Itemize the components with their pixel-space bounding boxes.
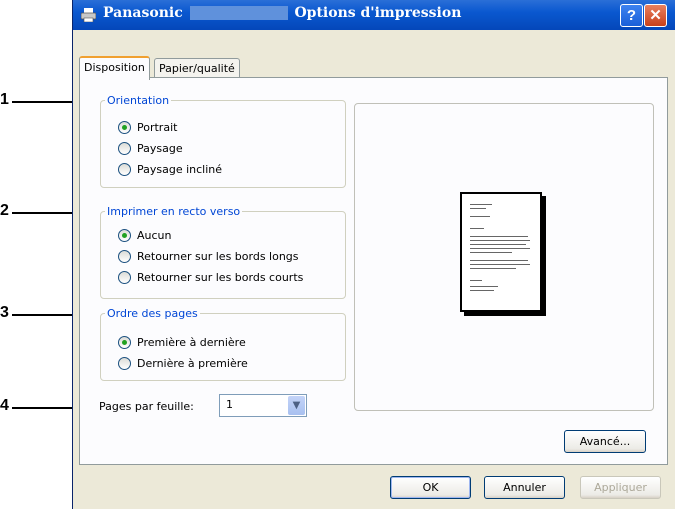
preview-line [470,236,528,237]
radio-derniere-a-premiere[interactable]: Dernière à première [118,354,248,372]
preview-line [470,286,498,287]
orientation-legend: Orientation [107,94,170,107]
preview-line [470,252,512,253]
preview-line [470,264,530,265]
page-preview [460,192,542,312]
callout-2: 2 [0,202,9,219]
radio-premiere-a-derniere[interactable]: Première à dernière [118,333,246,351]
window-title: Panasonic Options d'impression [103,5,461,21]
radio-label: Portrait [137,120,178,134]
preview-line [470,208,486,209]
title-brand: Panasonic [103,5,183,21]
radio-bords-courts[interactable]: Retourner sur les bords courts [118,268,303,286]
preview-line [470,260,528,261]
chevron-down-icon[interactable]: ▼ [288,396,305,415]
preview-line [470,248,530,249]
radio-aucun[interactable]: Aucun [118,226,172,244]
radio-button[interactable] [118,141,131,155]
preview-line [470,204,492,205]
radio-label: Paysage [137,141,183,155]
radio-paysage[interactable]: Paysage [118,139,183,157]
radio-label: Paysage incliné [137,162,223,176]
redacted-model [189,6,288,20]
radio-paysage-incline[interactable]: Paysage incliné [118,160,222,178]
ok-button[interactable]: OK [390,476,471,499]
pages-per-sheet-select[interactable]: 1 ▼ [219,394,307,417]
callout-1: 1 [0,91,9,108]
layout-preview [354,103,654,411]
radio-portrait[interactable]: Portrait [118,118,177,136]
title-suffix: Options d'impression [294,5,462,21]
radio-button[interactable] [118,120,131,134]
preview-line [470,290,494,291]
help-button[interactable]: ? [620,4,643,27]
pages-per-sheet-label: Pages par feuille: [99,400,194,413]
pages-per-sheet-value: 1 [226,398,233,411]
preview-line [470,268,516,269]
preview-line [470,228,484,229]
tab-paper-quality[interactable]: Papier/qualité [154,58,240,79]
preview-line [470,244,526,245]
cancel-button[interactable]: Annuler [484,476,565,499]
radio-button[interactable] [118,249,131,263]
close-button[interactable]: ✕ [644,4,667,27]
radio-button[interactable] [118,335,131,349]
radio-label: Dernière à première [137,356,248,370]
radio-button[interactable] [118,228,131,242]
tab-disposition[interactable]: Disposition [79,56,150,80]
callout-4: 4 [0,397,9,414]
preview-line [470,280,482,281]
radio-bords-longs[interactable]: Retourner sur les bords longs [118,247,299,265]
callout-3: 3 [0,304,9,321]
radio-button[interactable] [118,356,131,370]
advanced-button[interactable]: Avancé... [564,430,646,453]
print-options-dialog: Panasonic Options d'impression ? ✕ Dispo… [72,0,675,509]
radio-label: Première à dernière [137,335,246,349]
title-bar[interactable]: Panasonic Options d'impression ? ✕ [73,0,675,30]
duplex-legend: Imprimer en recto verso [107,205,241,218]
radio-label: Aucun [137,228,172,242]
radio-button[interactable] [118,162,131,176]
radio-label: Retourner sur les bords longs [137,249,299,263]
radio-button[interactable] [118,270,131,284]
radio-label: Retourner sur les bords courts [137,270,304,284]
apply-button[interactable]: Appliquer [580,476,661,499]
page-order-legend: Ordre des pages [107,307,198,320]
preview-line [470,240,530,241]
preview-line [470,216,490,217]
printer-icon [81,8,96,22]
